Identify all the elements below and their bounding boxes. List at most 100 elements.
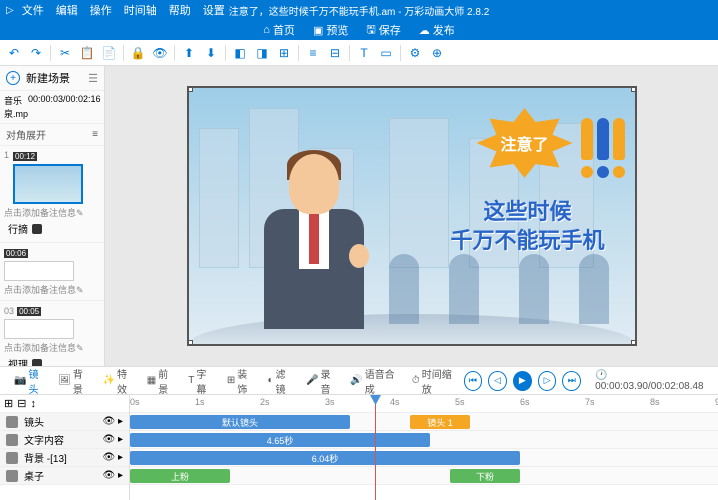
titlebar: ▷ 文件 编辑 操作 时间轴 帮助 设置 注意了，这些时候千万不能玩手机.am …: [0, 0, 718, 40]
tool-icon[interactable]: ≡: [305, 45, 321, 61]
timeline-ruler[interactable]: 0s1s2s3s4s5s6s7s8s9s: [130, 395, 718, 413]
tool-icon[interactable]: ⬇: [203, 45, 219, 61]
scene-thumbnail[interactable]: [4, 319, 74, 339]
exclamation-icon[interactable]: [581, 118, 625, 178]
timeline-track[interactable]: 默认镜头 镜头 1: [130, 413, 718, 431]
track-label[interactable]: 桌子👁 ▸: [0, 467, 129, 485]
tool-icon[interactable]: ⊟: [327, 45, 343, 61]
tool-icon[interactable]: 📋: [79, 45, 95, 61]
scene-number: 1: [4, 150, 9, 160]
tl-tool-icon[interactable]: ⊟: [17, 397, 26, 410]
scene-note[interactable]: 点击添加备注信息✎: [4, 206, 100, 219]
tool-icon[interactable]: 📄: [101, 45, 117, 61]
tool-icon[interactable]: T: [356, 45, 372, 61]
tab-tts[interactable]: 🔊语音合成: [344, 363, 404, 399]
tool-icon[interactable]: ✂: [57, 45, 73, 61]
tool-icon[interactable]: ⬆: [181, 45, 197, 61]
timeline-clip[interactable]: 下粉: [450, 469, 520, 483]
tab-filter[interactable]: ◐滤镜: [262, 363, 299, 399]
menu-file[interactable]: 文件: [22, 2, 44, 18]
menu-settings[interactable]: 设置: [203, 2, 225, 18]
scene-duration: 00:05: [17, 307, 41, 316]
scene-item[interactable]: 03 00:05 点击添加备注信息✎ 视理: [0, 301, 104, 366]
scene-action[interactable]: 行摘: [8, 221, 28, 236]
audio-name[interactable]: 音乐泉.mp: [4, 94, 28, 120]
badge[interactable]: 注意了: [475, 108, 575, 178]
tool-icon[interactable]: 🔒: [130, 45, 146, 61]
chevron-icon[interactable]: ≡: [92, 129, 98, 140]
menu-timeline[interactable]: 时间轴: [124, 2, 157, 18]
align-label[interactable]: 对角展开: [6, 127, 46, 142]
tl-tool-icon[interactable]: ↕: [30, 398, 36, 410]
timeline-clip[interactable]: 默认镜头: [130, 415, 350, 429]
scene-duration: 00:06: [4, 249, 28, 258]
playhead[interactable]: [375, 395, 376, 500]
tab-subtitle[interactable]: T字幕: [182, 363, 219, 399]
tab-foreground[interactable]: ▦前景: [141, 363, 181, 399]
tab-background[interactable]: 🖼背景: [52, 363, 94, 399]
next-button[interactable]: ⏭: [562, 371, 581, 391]
home-button[interactable]: ⌂首页: [263, 22, 295, 38]
canvas-area: 注意了 这些时候 千万不能玩手机: [105, 66, 718, 366]
scene-duration: 00:12: [13, 152, 37, 161]
window-title: 注意了，这些时候千万不能玩手机.am - 万彩动画大师 2.8.2: [229, 3, 490, 18]
undo-icon[interactable]: ↶: [6, 45, 22, 61]
headline-text[interactable]: 这些时候 千万不能玩手机: [450, 198, 604, 255]
tool-icon[interactable]: ▭: [378, 45, 394, 61]
scene-sidebar: + 新建场景 ☰ 音乐泉.mp 00:00:03/00:02:16 对角展开 ≡…: [0, 66, 105, 366]
timeline-clip[interactable]: 6.04秒: [130, 451, 520, 465]
back-arrow-icon[interactable]: ▷: [6, 5, 14, 16]
scene-note[interactable]: 点击添加备注信息✎: [4, 341, 100, 354]
tab-timescale[interactable]: ⏱时间缩放: [406, 363, 462, 399]
tool-icon[interactable]: 👁: [152, 45, 168, 61]
step-fwd-button[interactable]: ▷: [538, 371, 557, 391]
tab-effects[interactable]: ✨特效: [97, 363, 139, 399]
timeline-clip[interactable]: 4.65秒: [130, 433, 430, 447]
scene-number: 03: [4, 306, 14, 316]
timeline-clip[interactable]: 上粉: [130, 469, 230, 483]
new-scene-label[interactable]: 新建场景: [26, 70, 70, 86]
play-button[interactable]: ▶: [513, 371, 532, 391]
time-display: 🕐 00:00:03.90/00:02:08.48: [595, 370, 710, 392]
menu-action[interactable]: 操作: [90, 2, 112, 18]
save-button[interactable]: 🖫保存: [366, 21, 400, 40]
tool-icon[interactable]: ⚙: [407, 45, 423, 61]
bottom-tabs: 📷镜头 🖼背景 ✨特效 ▦前景 T字幕 ⊞装饰 ◐滤镜 🎤录音 🔊语音合成 ⏱时…: [0, 366, 718, 394]
timeline: ⊞ ⊟ ↕ 镜头👁 ▸ 文字内容👁 ▸ 背景 -[13]👁 ▸ 桌子👁 ▸ 0s…: [0, 394, 718, 500]
track-label[interactable]: 镜头👁 ▸: [0, 413, 129, 431]
redo-icon[interactable]: ↷: [28, 45, 44, 61]
tool-icon[interactable]: ◨: [254, 45, 270, 61]
tool-icon[interactable]: ⊞: [276, 45, 292, 61]
audio-time: 00:00:03/00:02:16: [28, 94, 101, 120]
scene-item[interactable]: 1 00:12 点击添加备注信息✎ 行摘: [0, 146, 104, 243]
main-menu: 文件 编辑 操作 时间轴 帮助 设置: [22, 2, 225, 18]
timeline-track[interactable]: 4.65秒: [130, 431, 718, 449]
step-back-button[interactable]: ◁: [488, 371, 507, 391]
tl-tool-icon[interactable]: ⊞: [4, 397, 13, 410]
list-icon[interactable]: ☰: [88, 72, 98, 85]
scene-thumbnail[interactable]: [4, 261, 74, 281]
timeline-clip[interactable]: 镜头 1: [410, 415, 470, 429]
add-scene-icon[interactable]: +: [6, 71, 20, 85]
track-label[interactable]: 背景 -[13]👁 ▸: [0, 449, 129, 467]
tool-icon[interactable]: ⊕: [429, 45, 445, 61]
tab-camera[interactable]: 📷镜头: [8, 363, 50, 399]
tab-record[interactable]: 🎤录音: [300, 363, 342, 399]
prev-button[interactable]: ⏮: [464, 371, 483, 391]
tab-decor[interactable]: ⊞装饰: [221, 363, 260, 399]
character[interactable]: [249, 144, 389, 344]
canvas[interactable]: 注意了 这些时候 千万不能玩手机: [187, 86, 637, 346]
scene-thumbnail[interactable]: [13, 164, 83, 204]
menu-help[interactable]: 帮助: [169, 2, 191, 18]
tool-icon[interactable]: ◧: [232, 45, 248, 61]
play-icon[interactable]: [32, 224, 42, 234]
track-label[interactable]: 文字内容👁 ▸: [0, 431, 129, 449]
scene-item[interactable]: 00:06 点击添加备注信息✎: [0, 243, 104, 301]
menu-edit[interactable]: 编辑: [56, 2, 78, 18]
publish-button[interactable]: ☁发布: [419, 22, 455, 38]
toolbar: ↶ ↷ ✂ 📋 📄 🔒 👁 ⬆ ⬇ ◧ ◨ ⊞ ≡ ⊟ T ▭ ⚙ ⊕: [0, 40, 718, 66]
timeline-track[interactable]: 6.04秒: [130, 449, 718, 467]
scene-note[interactable]: 点击添加备注信息✎: [4, 283, 100, 296]
preview-button[interactable]: ▣预览: [313, 22, 348, 38]
timeline-track[interactable]: 上粉 下粉: [130, 467, 718, 485]
